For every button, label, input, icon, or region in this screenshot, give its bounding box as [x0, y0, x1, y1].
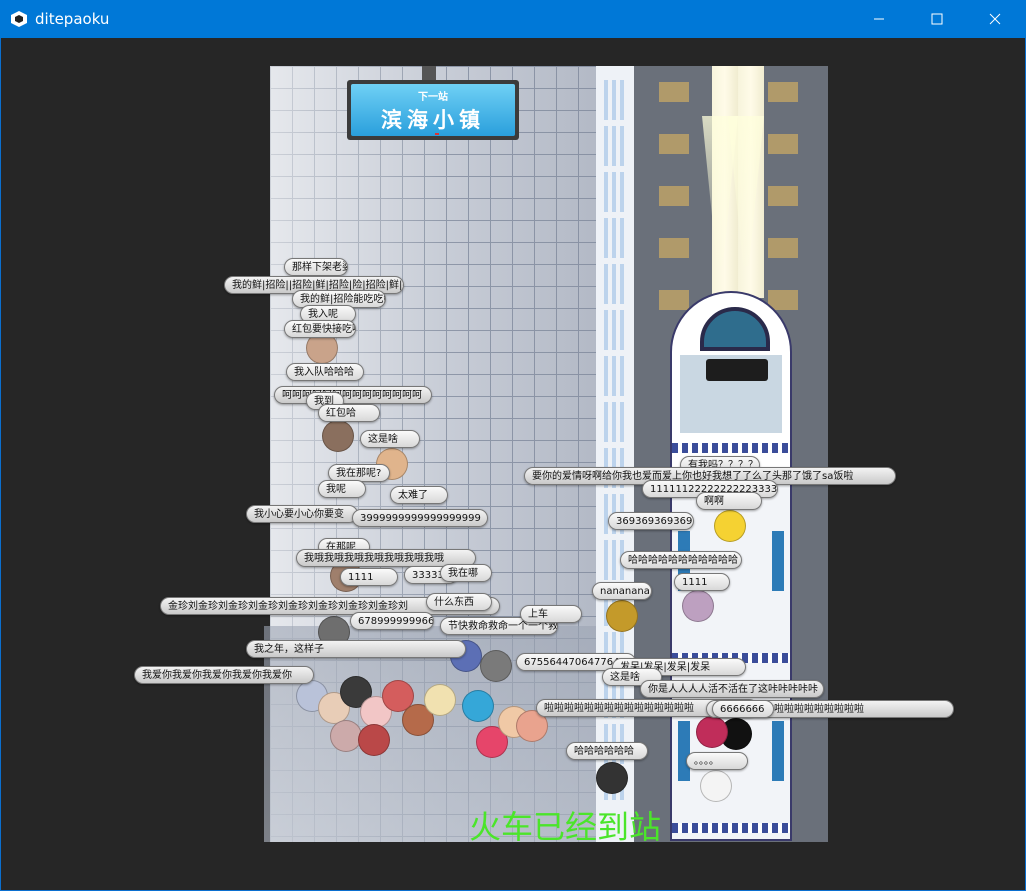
train-window: [700, 307, 770, 351]
minimize-button[interactable]: [850, 0, 908, 38]
close-button[interactable]: [966, 0, 1024, 38]
chat-bubble: 红包要快接吃啊: [284, 320, 356, 338]
player-avatar[interactable]: [462, 690, 494, 722]
maximize-icon: [931, 13, 943, 25]
chat-bubble: 啊啊: [696, 492, 762, 510]
window-title: ditepaoku: [35, 10, 110, 28]
station-name: 滨海小镇: [381, 107, 485, 132]
player-avatar[interactable]: [700, 770, 732, 802]
chat-bubble: 3693693693693: [608, 512, 694, 530]
minimize-icon: [874, 18, 884, 20]
chat-bubble: 呵呵呵呵呵呵呵呵呵呵呵呵呵呵: [274, 386, 432, 404]
platform-edge: [596, 66, 634, 842]
chat-bubble: 哈哈哈哈哈哈哈哈哈哈哈: [620, 551, 742, 569]
chat-bubble: 红包哈: [318, 404, 380, 422]
chat-bubble: 那样下架老婆: [284, 258, 348, 276]
chat-bubble: 我之年，这样子: [246, 640, 466, 658]
chat-bubble: 我呢: [318, 480, 366, 498]
chat-bubble: 我爱你我爱你我爱你我爱你我爱你: [134, 666, 314, 684]
chat-bubble: 我入队哈哈哈: [286, 363, 364, 381]
train-head: [670, 291, 792, 471]
chat-bubble: 上车: [520, 605, 582, 623]
player-avatar[interactable]: [322, 420, 354, 452]
chat-bubble: nananana: [592, 582, 652, 600]
player-avatar[interactable]: [358, 724, 390, 756]
close-icon: [989, 13, 1001, 25]
chat-bubble: 哈哈哈哈哈哈: [566, 742, 648, 760]
chat-bubble: 6666666: [712, 700, 774, 718]
chat-bubble: 我在哪: [440, 564, 492, 582]
sign-pole: [422, 66, 436, 80]
chat-bubble: 太难了: [390, 486, 448, 504]
player-avatar[interactable]: [480, 650, 512, 682]
chat-bubble: 。。。。: [686, 752, 748, 770]
chat-bubble: 你是人人人人活不活在了这咔咔咔咔咔: [640, 680, 824, 698]
player-avatar[interactable]: [682, 590, 714, 622]
unity-app-icon: [11, 11, 27, 27]
player-avatar[interactable]: [330, 720, 362, 752]
train-display: [706, 359, 768, 381]
next-station-sign: 下一站 滨海小镇: [347, 80, 519, 140]
player-avatar[interactable]: [696, 716, 728, 748]
player-avatar[interactable]: [714, 510, 746, 542]
next-station-label: 下一站: [418, 92, 448, 103]
chat-bubble: 什么东西: [426, 593, 492, 611]
title-bar: ditepaoku: [0, 0, 1026, 38]
player-avatar[interactable]: [596, 762, 628, 794]
player-avatar[interactable]: [424, 684, 456, 716]
maximize-button[interactable]: [908, 0, 966, 38]
chat-bubble: 678999999966: [350, 612, 434, 630]
arrival-subtitle: 火车已经到站: [469, 808, 662, 846]
chat-bubble: 1111: [674, 573, 730, 591]
chat-bubble: 这是啥: [360, 430, 420, 448]
player-avatar[interactable]: [606, 600, 638, 632]
chat-bubble: 3999999999999999999: [352, 509, 488, 527]
chat-bubble: 1111: [340, 568, 398, 586]
chat-bubble: 我小心要小心你要变: [246, 505, 358, 523]
